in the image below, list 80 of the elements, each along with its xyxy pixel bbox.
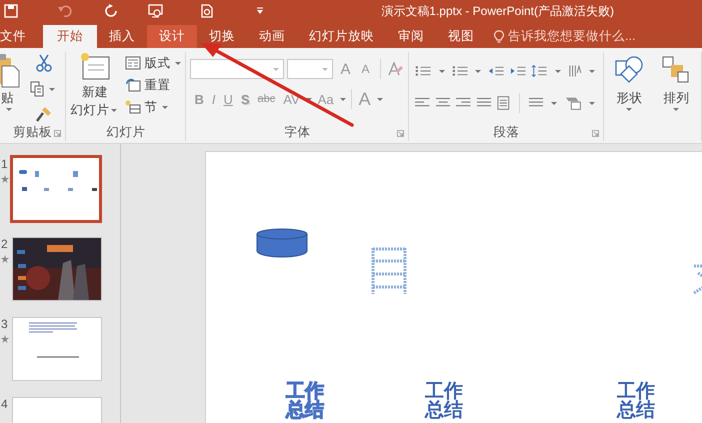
caret-icon[interactable] <box>6 108 12 111</box>
bullets-icon[interactable] <box>415 65 432 77</box>
copy-icon[interactable] <box>30 81 44 97</box>
font-name-field[interactable] <box>190 59 284 79</box>
ribbon-tab[interactable]: 审阅 <box>386 25 436 48</box>
slide-number: 3 <box>1 317 8 331</box>
smartart-icon[interactable] <box>565 95 582 111</box>
window-title: 演示文稿1.pptx - PowerPoint(产品激活失败) <box>381 2 614 20</box>
group-label: 幻灯片 <box>106 124 146 140</box>
caret-icon[interactable] <box>626 108 632 111</box>
caret-icon[interactable] <box>111 108 118 112</box>
ribbon-tab[interactable]: 视图 <box>436 25 486 48</box>
line-spacing-icon[interactable] <box>531 64 548 78</box>
caret-icon[interactable] <box>306 98 312 100</box>
undo-icon[interactable] <box>58 4 74 18</box>
layout-button[interactable]: 版式 <box>125 52 184 74</box>
slide-number: 2 <box>1 237 8 251</box>
section-icon <box>125 100 142 114</box>
slide-text[interactable]: 工作总结 <box>617 382 656 420</box>
section-button[interactable]: 节 <box>125 96 170 118</box>
caret-icon[interactable] <box>376 98 383 100</box>
ladder-shape[interactable] <box>370 246 408 296</box>
caret-icon[interactable] <box>162 106 168 108</box>
dialog-launcher-icon[interactable] <box>397 130 404 137</box>
star-icon <box>1 175 9 183</box>
text-direction-icon[interactable] <box>568 64 582 78</box>
lightbulb-icon[interactable] <box>494 30 504 44</box>
format-painter-icon[interactable] <box>36 106 52 122</box>
decrease-indent-icon[interactable] <box>488 65 505 77</box>
cylinder-shape[interactable] <box>256 228 308 258</box>
caret-icon[interactable] <box>340 98 346 100</box>
reset-button[interactable]: 重置 <box>125 74 170 96</box>
ribbon-tab[interactable]: 设计 <box>147 25 197 48</box>
clear-formatting-icon[interactable] <box>386 61 402 77</box>
paste-button[interactable]: 贴 <box>0 52 20 123</box>
ribbon-tab[interactable]: 切换 <box>197 25 247 48</box>
star-icon <box>1 335 9 343</box>
caret-icon[interactable] <box>438 70 445 72</box>
scissors-icon[interactable] <box>36 54 52 72</box>
new-slide-icon <box>80 52 110 82</box>
group-label: 段落 <box>493 124 520 140</box>
shapes-icon <box>614 56 644 84</box>
caret-icon[interactable] <box>49 88 55 90</box>
slide-number: 1 <box>1 157 8 171</box>
new-slide-button[interactable]: 新建 幻灯片 <box>70 52 120 123</box>
arrange-button[interactable]: 排列 <box>662 56 690 123</box>
slide-text[interactable]: 工作总结 <box>425 382 464 420</box>
shapes-button[interactable]: 形状 <box>614 56 644 123</box>
caret-icon[interactable] <box>673 108 680 111</box>
distributed-icon[interactable] <box>497 95 510 111</box>
preview-icon[interactable] <box>200 4 214 18</box>
font-size-field[interactable] <box>287 59 334 79</box>
numbering-icon[interactable] <box>452 65 468 77</box>
save-icon[interactable] <box>4 4 18 18</box>
ribbon-tab[interactable]: 动画 <box>247 25 297 48</box>
slide-number: 4 <box>1 397 8 411</box>
reset-icon <box>125 78 142 92</box>
ribbon-tab[interactable]: 文件 <box>0 25 43 48</box>
caret-icon[interactable] <box>475 70 482 72</box>
slide-text[interactable]: 工作总结 <box>286 382 325 420</box>
dialog-launcher-icon[interactable] <box>592 130 600 137</box>
tell-me-field[interactable]: 告诉我您想要做什么... <box>508 28 636 45</box>
ribbon-tab[interactable]: 插入 <box>97 25 147 48</box>
arrange-icon <box>662 56 690 84</box>
caret-icon[interactable] <box>589 70 596 72</box>
star-icon <box>1 255 9 263</box>
slideshow-icon[interactable] <box>148 4 164 18</box>
caret-icon[interactable] <box>551 102 557 104</box>
ribbon-tab[interactable]: 幻灯片放映 <box>297 25 386 48</box>
group-label: 剪贴板 <box>13 124 52 140</box>
caret-icon[interactable] <box>589 102 596 104</box>
redo-icon[interactable] <box>104 4 118 18</box>
increase-indent-icon[interactable] <box>510 65 526 77</box>
customize-icon[interactable] <box>256 7 264 15</box>
layout-icon <box>125 56 142 70</box>
ribbon-tab[interactable]: 开始 <box>43 25 97 48</box>
caret-icon[interactable] <box>175 62 182 64</box>
dialog-launcher-icon[interactable] <box>54 130 62 137</box>
group-label: 字体 <box>284 124 310 140</box>
caret-icon[interactable] <box>554 70 561 72</box>
